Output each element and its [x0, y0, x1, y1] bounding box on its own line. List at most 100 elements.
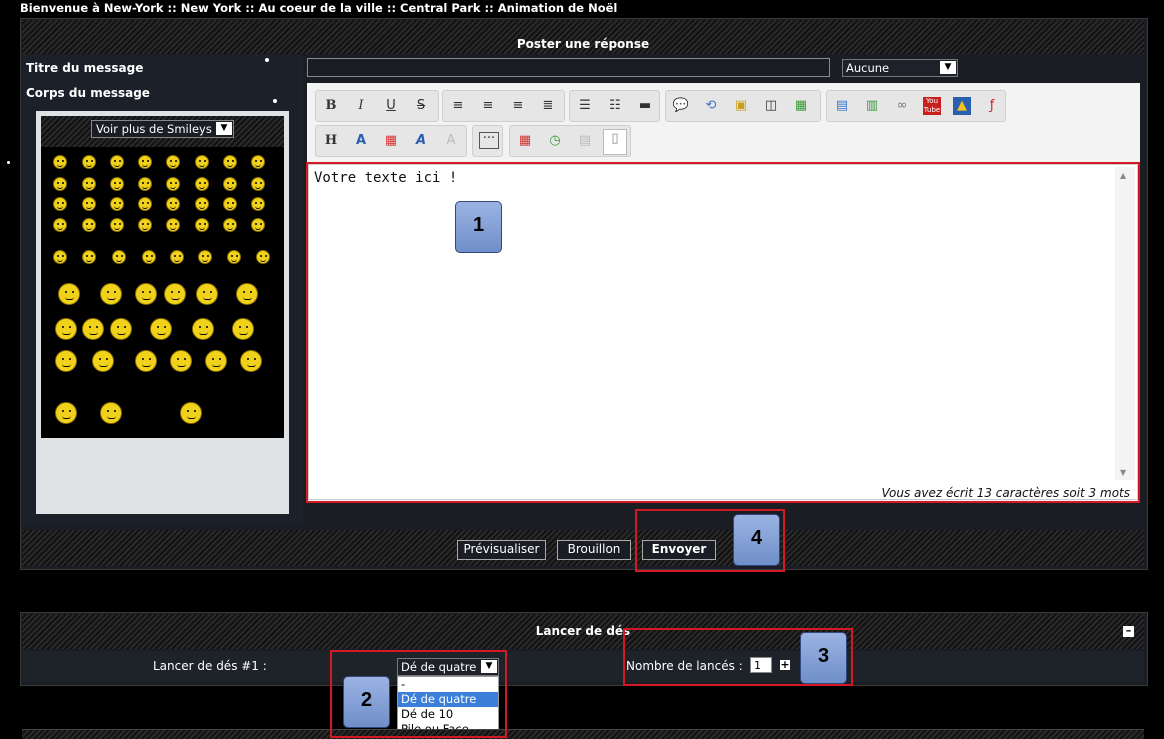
smiley-icon[interactable] [82, 318, 104, 340]
smiley-icon[interactable] [251, 177, 265, 191]
smiley-icon[interactable] [53, 250, 67, 264]
clear-format-icon[interactable]: A [442, 132, 460, 150]
host-image-icon[interactable]: ▥ [863, 97, 881, 115]
smiley-icon[interactable] [58, 283, 80, 305]
code-icon[interactable]: ⟲ [702, 97, 720, 115]
spoiler-icon[interactable]: ▣ [732, 97, 750, 115]
more-icon[interactable]: ··· [479, 132, 499, 149]
smiley-icon[interactable] [236, 283, 258, 305]
smiley-icon[interactable] [138, 155, 152, 169]
hr-icon[interactable]: ▬ [636, 97, 654, 115]
numbered-list-icon[interactable]: ☷ [606, 97, 624, 115]
youtube-icon[interactable]: You Tube [923, 97, 941, 115]
smiley-icon[interactable] [166, 197, 180, 211]
smiley-icon[interactable] [223, 155, 237, 169]
smiley-icon[interactable] [82, 197, 96, 211]
font-icon[interactable]: A [412, 132, 430, 150]
smiley-icon[interactable] [251, 155, 265, 169]
smiley-icon[interactable] [100, 402, 122, 424]
smiley-icon[interactable] [240, 350, 262, 372]
smiley-icon[interactable] [198, 250, 212, 264]
smiley-icon[interactable] [227, 250, 241, 264]
draft-button[interactable]: Brouillon [557, 540, 631, 560]
smiley-icon[interactable] [164, 283, 186, 305]
smiley-icon[interactable] [142, 250, 156, 264]
smiley-icon[interactable] [55, 318, 77, 340]
smiley-icon[interactable] [138, 177, 152, 191]
collapse-icon[interactable]: – [1123, 625, 1134, 637]
bold-icon[interactable]: B [322, 97, 340, 115]
smiley-icon[interactable] [110, 318, 132, 340]
quote-icon[interactable]: 💬 [672, 97, 690, 115]
smiley-icon[interactable] [205, 350, 227, 372]
smiley-icon[interactable] [223, 218, 237, 232]
smiley-icon[interactable] [256, 250, 270, 264]
breadcrumb[interactable]: Bienvenue à New-York :: New York :: Au c… [20, 0, 617, 17]
smiley-icon[interactable] [110, 177, 124, 191]
smiley-icon[interactable] [251, 218, 265, 232]
source-icon[interactable]: ▯ [603, 129, 627, 155]
align-center-icon[interactable]: ≡ [479, 97, 497, 115]
smiley-icon[interactable] [92, 350, 114, 372]
smiley-icon[interactable] [170, 250, 184, 264]
smiley-icon[interactable] [232, 318, 254, 340]
smiley-icon[interactable] [195, 177, 209, 191]
italic-icon[interactable]: I [352, 97, 370, 115]
smiley-icon[interactable] [135, 350, 157, 372]
smiley-icon[interactable] [166, 218, 180, 232]
smiley-icon[interactable] [82, 218, 96, 232]
smiley-icon[interactable] [53, 197, 67, 211]
preview-button[interactable]: Prévisualiser [457, 540, 546, 560]
table-icon[interactable]: ▦ [792, 97, 810, 115]
strike-icon[interactable]: S [412, 97, 430, 115]
more-smileys-select[interactable]: Voir plus de Smileys ▼ [91, 120, 234, 138]
smiley-icon[interactable] [110, 197, 124, 211]
smiley-icon[interactable] [196, 283, 218, 305]
align-left-icon[interactable]: ≡ [449, 97, 467, 115]
bullet-list-icon[interactable]: ☰ [576, 97, 594, 115]
font-size-icon[interactable]: A [352, 132, 370, 150]
smiley-icon[interactable] [195, 218, 209, 232]
smiley-icon[interactable] [251, 197, 265, 211]
title-icon-select[interactable]: Aucune ▼ [842, 59, 958, 77]
smiley-icon[interactable] [55, 350, 77, 372]
smiley-icon[interactable] [192, 318, 214, 340]
smiley-icon[interactable] [112, 250, 126, 264]
smiley-icon[interactable] [82, 155, 96, 169]
time-icon[interactable]: ◷ [546, 132, 564, 150]
date-icon[interactable]: ▦ [516, 132, 534, 150]
title-input[interactable] [307, 58, 830, 77]
justify-icon[interactable]: ≣ [539, 97, 557, 115]
smiley-icon[interactable] [53, 218, 67, 232]
smiley-icon[interactable] [166, 155, 180, 169]
smiley-icon[interactable] [138, 218, 152, 232]
smiley-icon[interactable] [53, 155, 67, 169]
color-icon[interactable]: ▦ [382, 132, 400, 150]
smiley-icon[interactable] [53, 177, 67, 191]
smiley-icon[interactable] [195, 155, 209, 169]
link-icon[interactable]: ∞ [893, 97, 911, 115]
paste-icon[interactable]: ▤ [576, 132, 594, 150]
hide-icon[interactable]: ◫ [762, 97, 780, 115]
flash-icon[interactable]: ƒ [983, 97, 1001, 115]
smiley-icon[interactable] [55, 402, 77, 424]
smiley-icon[interactable] [135, 283, 157, 305]
smiley-icon[interactable] [195, 197, 209, 211]
smiley-icon[interactable] [223, 197, 237, 211]
smiley-icon[interactable] [150, 318, 172, 340]
align-right-icon[interactable]: ≡ [509, 97, 527, 115]
smiley-icon[interactable] [82, 177, 96, 191]
smiley-icon[interactable] [223, 177, 237, 191]
dailymotion-icon[interactable]: ▲ [953, 97, 971, 115]
smiley-icon[interactable] [180, 402, 202, 424]
smiley-icon[interactable] [138, 197, 152, 211]
heading-icon[interactable]: H [322, 132, 340, 150]
smiley-icon[interactable] [110, 218, 124, 232]
smiley-icon[interactable] [170, 350, 192, 372]
smiley-icon[interactable] [166, 177, 180, 191]
underline-icon[interactable]: U [382, 97, 400, 115]
smiley-icon[interactable] [110, 155, 124, 169]
smiley-icon[interactable] [100, 283, 122, 305]
smiley-icon[interactable] [82, 250, 96, 264]
image-icon[interactable]: ▤ [833, 97, 851, 115]
